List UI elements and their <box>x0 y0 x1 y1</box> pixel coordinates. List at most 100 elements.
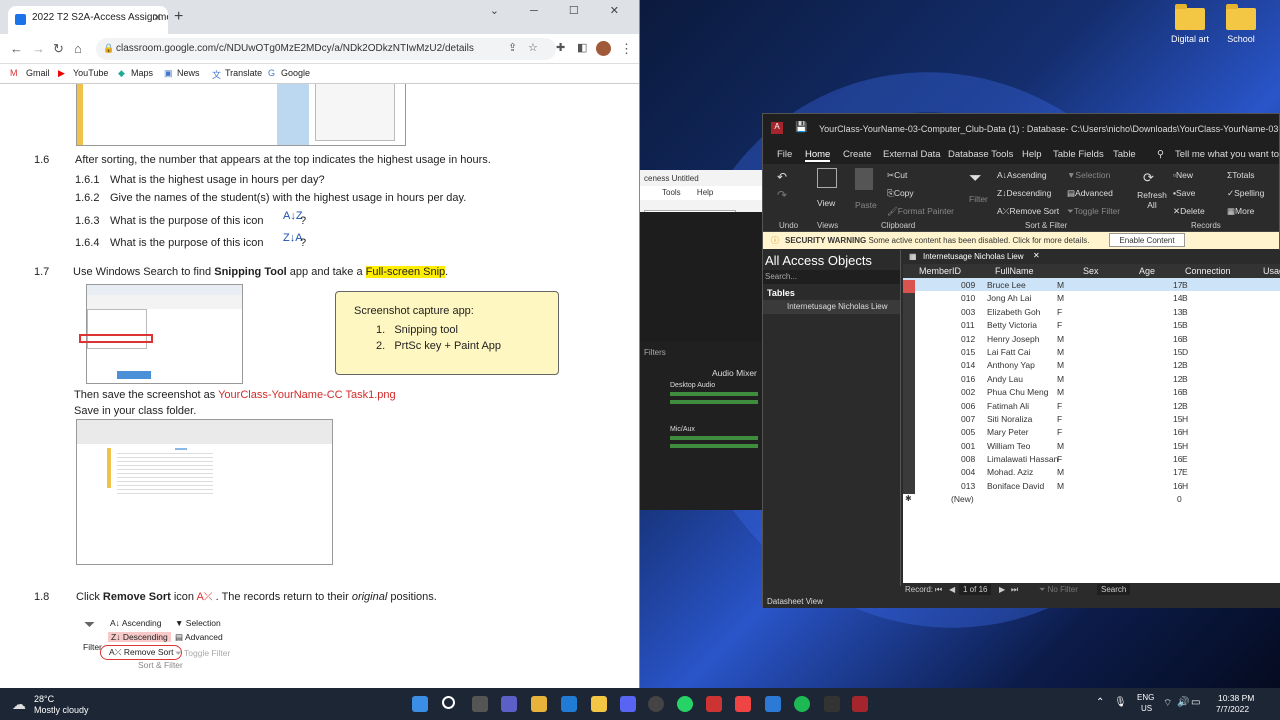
cell-id[interactable]: 004 <box>961 467 975 477</box>
nav-section-tables[interactable]: Tables <box>763 286 900 300</box>
task-view-icon[interactable] <box>472 696 488 712</box>
battery-icon[interactable]: ▭ <box>1191 697 1200 708</box>
tab-database-tools[interactable]: Database Tools <box>948 149 1013 160</box>
copy-button[interactable]: ⎘ Copy <box>887 188 914 199</box>
language-region[interactable]: US <box>1141 704 1152 713</box>
cell-conn[interactable]: B <box>1182 320 1188 330</box>
weather-temp[interactable]: 28°C <box>34 694 54 704</box>
bookmark-translate[interactable]: Translate <box>225 68 262 78</box>
extension-icon[interactable]: ✚ <box>556 41 565 54</box>
cell-name[interactable]: Mohad. Aziz <box>987 467 1033 477</box>
obs-icon[interactable] <box>648 696 664 712</box>
search-icon[interactable] <box>442 696 455 709</box>
selection-button[interactable]: ▼ Selection <box>1067 170 1110 180</box>
access-taskbar-icon[interactable] <box>852 696 868 712</box>
totals-button[interactable]: Σ Totals <box>1227 170 1254 180</box>
table-row[interactable]: 015 Lai Fatt Cai M 15 D <box>903 345 1280 361</box>
table-row[interactable]: 004 Mohad. Aziz M 17 E <box>903 465 1280 481</box>
new-tab-icon[interactable]: + <box>174 8 183 26</box>
cell-conn[interactable]: H <box>1182 481 1188 491</box>
cell-id[interactable]: 001 <box>961 441 975 451</box>
cell-conn[interactable]: B <box>1182 374 1188 384</box>
first-record-icon[interactable]: ⏮ <box>935 585 942 595</box>
table-row[interactable]: 013 Boniface David M 16 H <box>903 479 1280 495</box>
address-input[interactable]: 🔒 classroom.google.com/c/NDUwOTg0MzE2MDc… <box>96 38 556 60</box>
reload-icon[interactable]: ↻ <box>53 41 64 57</box>
prev-record-icon[interactable]: ◀ <box>949 585 955 594</box>
no-filter-indicator[interactable]: ⏷ No Filter <box>1039 585 1078 595</box>
bookmark-youtube[interactable]: YouTube <box>73 68 108 78</box>
cell-sex[interactable]: F <box>1057 307 1062 317</box>
filter-button[interactable]: Filter <box>969 194 988 204</box>
save-icon[interactable]: 💾 <box>795 122 807 133</box>
advanced-button[interactable]: ▤ Advanced <box>1067 188 1113 199</box>
bookmark-news[interactable]: News <box>177 68 200 78</box>
window-controls[interactable]: ⌄ ─ ☐ ✕ <box>490 4 633 17</box>
volume-icon[interactable]: 🔊 <box>1177 697 1189 708</box>
chevron-up-icon[interactable]: ⌃ <box>1096 697 1104 708</box>
chrome-icon[interactable] <box>735 696 751 712</box>
star-icon[interactable]: ☆ <box>528 41 538 54</box>
cell-name[interactable]: Phua Chu Meng <box>987 387 1048 397</box>
table-row[interactable]: 016 Andy Lau M 12 B <box>903 372 1280 388</box>
cell-name[interactable]: Mary Peter <box>987 427 1029 437</box>
home-icon[interactable]: ⌂ <box>74 41 82 56</box>
discord-icon[interactable] <box>620 696 636 712</box>
cell-conn[interactable]: B <box>1182 387 1188 397</box>
cell-name[interactable]: Bruce Lee <box>987 280 1026 290</box>
last-record-icon[interactable]: ⏭ <box>1011 585 1018 595</box>
datasheet-tab[interactable]: ▦ Internetusage Nicholas Liew ✕ <box>903 250 1280 264</box>
cell-conn[interactable]: E <box>1182 467 1188 477</box>
explorer-icon[interactable] <box>591 696 607 712</box>
new-row[interactable]: ✱ (New) 0 <box>903 492 1280 505</box>
table-row[interactable]: 014 Anthony Yap M 12 B <box>903 358 1280 374</box>
save-record-button[interactable]: ▪ Save <box>1173 188 1195 198</box>
cell-name[interactable]: Boniface David <box>987 481 1044 491</box>
paint-menu-tools[interactable]: Tools <box>662 188 681 197</box>
column-header[interactable]: FullName <box>995 266 1034 276</box>
toggle-filter-button[interactable]: ⏷ Toggle Filter <box>1067 206 1120 217</box>
browser-tab[interactable]: 2022 T2 S2A-Access Assignment ✕ <box>8 6 168 34</box>
column-header[interactable]: Connection <box>1185 266 1231 276</box>
enable-content-button[interactable]: Enable Content <box>1109 233 1185 247</box>
avatar[interactable] <box>596 41 611 56</box>
forward-icon[interactable]: → <box>32 41 45 56</box>
cell-sex[interactable]: M <box>1057 441 1064 451</box>
cell-sex[interactable]: M <box>1057 347 1064 357</box>
bookmark-google[interactable]: Google <box>281 68 310 78</box>
cell-conn[interactable]: B <box>1182 334 1188 344</box>
record-position[interactable]: 1 of 16 <box>959 584 992 595</box>
mic-icon[interactable]: 🎙 <box>1114 697 1127 708</box>
cell-name[interactable]: Lai Fatt Cai <box>987 347 1030 357</box>
cell-name[interactable]: Fatimah Ali <box>987 401 1029 411</box>
cell-sex[interactable]: M <box>1057 293 1064 303</box>
cut-button[interactable]: ✂ Cut <box>887 170 907 181</box>
filter-icon[interactable]: ⏷ <box>969 170 982 188</box>
cell-id[interactable]: 007 <box>961 414 975 424</box>
table-row[interactable]: 002 Phua Chu Meng M 16 B <box>903 385 1280 401</box>
cell-id[interactable]: 015 <box>961 347 975 357</box>
close-tab-icon[interactable]: ✕ <box>153 11 162 24</box>
cell-name[interactable]: Henry Joseph <box>987 334 1039 344</box>
paint-menu-help[interactable]: Help <box>697 188 713 197</box>
cell-conn[interactable]: B <box>1182 360 1188 370</box>
cell-conn[interactable]: B <box>1182 401 1188 411</box>
cell-conn[interactable]: B <box>1182 280 1188 290</box>
cell-id[interactable]: 009 <box>961 280 975 290</box>
cell-id[interactable]: 006 <box>961 401 975 411</box>
table-row[interactable]: 010 Jong Ah Lai M 14 B <box>903 291 1280 307</box>
column-header[interactable]: Age <box>1139 266 1155 276</box>
bookmark-gmail[interactable]: Gmail <box>26 68 50 78</box>
new-record-button[interactable]: ▫ New <box>1173 170 1193 180</box>
teams-icon[interactable] <box>501 696 517 712</box>
refresh-icon[interactable]: ⟳ <box>1143 170 1154 186</box>
weather-icon[interactable]: ☁ <box>12 696 26 713</box>
delete-record-button[interactable]: ✕ Delete <box>1173 206 1205 217</box>
cell-sex[interactable]: F <box>1057 427 1062 437</box>
cell-id[interactable]: 011 <box>961 320 975 330</box>
tab-file[interactable]: File <box>777 149 792 160</box>
table-row[interactable]: 011 Betty Victoria F 15 B <box>903 318 1280 334</box>
app-icon[interactable] <box>706 696 722 712</box>
paste-button[interactable]: Paste <box>855 200 877 210</box>
edge-icon[interactable] <box>561 696 577 712</box>
